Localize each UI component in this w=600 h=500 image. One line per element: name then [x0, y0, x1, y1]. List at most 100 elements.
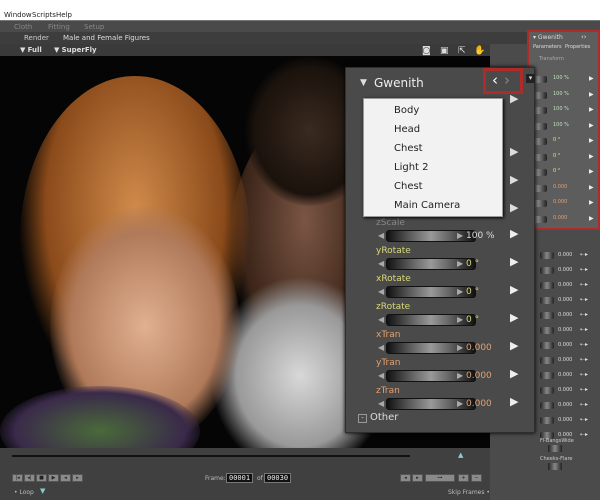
current-frame-field[interactable]: 00001: [226, 473, 254, 483]
link-arrow-icon[interactable]: ⇠▸: [580, 326, 588, 333]
expand-arrow[interactable]: ▶: [510, 201, 518, 214]
collapse-triangle-icon[interactable]: ▼: [360, 78, 367, 88]
param-value[interactable]: 100 %: [553, 122, 569, 128]
link-arrow-icon[interactable]: ⇠▸: [580, 281, 588, 288]
menu-item-chest[interactable]: Chest: [394, 181, 423, 192]
decrement-icon[interactable]: ◀: [378, 231, 384, 240]
menu-item-chest[interactable]: Chest: [394, 143, 423, 154]
decrement-icon[interactable]: ◀: [378, 371, 384, 380]
total-frames-field[interactable]: 00030: [264, 473, 292, 483]
remove-key-button[interactable]: −: [471, 474, 482, 482]
timeline-handle[interactable]: ▲: [458, 451, 463, 459]
expand-arrow[interactable]: ▶: [589, 199, 594, 206]
morph-dial[interactable]: [540, 342, 554, 349]
increment-icon[interactable]: ▶: [457, 259, 463, 268]
expand-arrow[interactable]: ▶: [510, 255, 518, 268]
full-dropdown[interactable]: ▼ Full: [20, 46, 42, 54]
decrement-icon[interactable]: ◀: [378, 259, 384, 268]
expand-arrow[interactable]: ▶: [589, 168, 594, 175]
param-value[interactable]: 100 %: [466, 231, 495, 241]
link-arrow-icon[interactable]: ⇠▸: [580, 401, 588, 408]
morph-dial[interactable]: [540, 387, 554, 394]
link-arrow-icon[interactable]: ⇠▸: [580, 266, 588, 273]
param-value[interactable]: 0.000: [553, 215, 567, 221]
morph-dial[interactable]: [540, 357, 554, 364]
morph-dial[interactable]: [548, 445, 562, 452]
menu-item-body[interactable]: Body: [394, 105, 419, 116]
expand-arrow[interactable]: ▶: [510, 311, 518, 324]
link-arrow-icon[interactable]: ⇠▸: [580, 416, 588, 423]
morph-value[interactable]: 0.000: [558, 312, 572, 318]
next-keyframe-button[interactable]: ▸: [412, 474, 423, 482]
link-arrow-icon[interactable]: ⇠▸: [580, 371, 588, 378]
increment-icon[interactable]: ▶: [457, 231, 463, 240]
hand-icon[interactable]: ✋: [474, 46, 485, 56]
first-frame-button[interactable]: |◂: [12, 474, 23, 482]
increment-icon[interactable]: ▶: [457, 315, 463, 324]
tab-cloth[interactable]: Cloth: [14, 23, 32, 31]
morph-dial[interactable]: [540, 252, 554, 259]
morph-dial[interactable]: [540, 417, 554, 424]
chevron-right-icon[interactable]: ›: [504, 71, 510, 89]
expand-arrow[interactable]: ▶: [589, 184, 594, 191]
link-arrow-icon[interactable]: ⇠▸: [580, 356, 588, 363]
morph-dial[interactable]: [540, 267, 554, 274]
menu-window[interactable]: Window: [4, 11, 32, 19]
export-icon[interactable]: ⇱: [458, 46, 466, 56]
increment-icon[interactable]: ▶: [457, 399, 463, 408]
param-value[interactable]: 0.000: [466, 371, 492, 381]
range-handle[interactable]: ▼: [40, 487, 45, 495]
stop-button[interactable]: ■: [36, 474, 47, 482]
morph-dial[interactable]: [540, 282, 554, 289]
morph-value[interactable]: 0.000: [558, 417, 572, 423]
next-frame-button[interactable]: ▸: [72, 474, 83, 482]
expand-arrow[interactable]: ▶: [589, 215, 594, 222]
add-key-button[interactable]: +: [458, 474, 469, 482]
expand-arrow[interactable]: ▶: [510, 227, 518, 240]
render-icon[interactable]: ▣: [440, 46, 449, 56]
menu-scripts[interactable]: Scripts: [32, 11, 56, 19]
menu-item-light-2[interactable]: Light 2: [394, 162, 429, 173]
tab-render[interactable]: Render: [24, 34, 49, 42]
decrement-icon[interactable]: ◀: [378, 399, 384, 408]
expand-arrow[interactable]: ▶: [589, 137, 594, 144]
play-button[interactable]: ▶: [48, 474, 59, 482]
tab-properties[interactable]: Properties: [565, 44, 590, 50]
link-arrow-icon[interactable]: ⇠▸: [580, 296, 588, 303]
prev-keyframe-button[interactable]: ◂: [400, 474, 411, 482]
param-value[interactable]: 100 %: [553, 91, 569, 97]
param-value[interactable]: 0 °: [553, 168, 560, 174]
param-value[interactable]: 0.000: [553, 199, 567, 205]
param-value[interactable]: 0.000: [466, 399, 492, 409]
link-arrow-icon[interactable]: ⇠▸: [580, 431, 588, 438]
timeline-scrubber[interactable]: [12, 455, 410, 457]
morph-dial[interactable]: [540, 402, 554, 409]
prev-key-button[interactable]: ◂|: [24, 474, 35, 482]
param-value[interactable]: 100 %: [553, 75, 569, 81]
key-icon[interactable]: ⊶: [425, 474, 455, 482]
morph-value[interactable]: 0.000: [558, 357, 572, 363]
morph-value[interactable]: 0.000: [558, 282, 572, 288]
expand-arrow[interactable]: ▶: [510, 145, 518, 158]
link-arrow-icon[interactable]: ⇠▸: [580, 386, 588, 393]
expand-arrow[interactable]: ▶: [510, 92, 518, 105]
morph-value[interactable]: 0.000: [558, 387, 572, 393]
link-arrow-icon[interactable]: ⇠▸: [580, 311, 588, 318]
tab-parameters[interactable]: Parameters: [533, 44, 562, 50]
param-value[interactable]: 100 %: [553, 106, 569, 112]
collapse-other-icon[interactable]: -: [358, 414, 367, 423]
nav-arrows-icon[interactable]: ‹›: [581, 33, 587, 41]
morph-dial[interactable]: [540, 327, 554, 334]
morph-value[interactable]: 0.000: [558, 297, 572, 303]
param-value[interactable]: 0 °: [466, 287, 479, 297]
camera-icon[interactable]: ◙: [422, 46, 431, 56]
link-arrow-icon[interactable]: ⇠▸: [580, 341, 588, 348]
expand-arrow[interactable]: ▶: [510, 173, 518, 186]
morph-dial[interactable]: [540, 372, 554, 379]
link-arrow-icon[interactable]: ⇠▸: [580, 251, 588, 258]
skip-frames-toggle[interactable]: Skip Frames •: [448, 489, 490, 496]
chevron-left-icon[interactable]: ‹: [492, 71, 498, 89]
param-value[interactable]: 0 °: [553, 137, 560, 143]
morph-value[interactable]: 0.000: [558, 372, 572, 378]
morph-value[interactable]: 0.000: [558, 402, 572, 408]
